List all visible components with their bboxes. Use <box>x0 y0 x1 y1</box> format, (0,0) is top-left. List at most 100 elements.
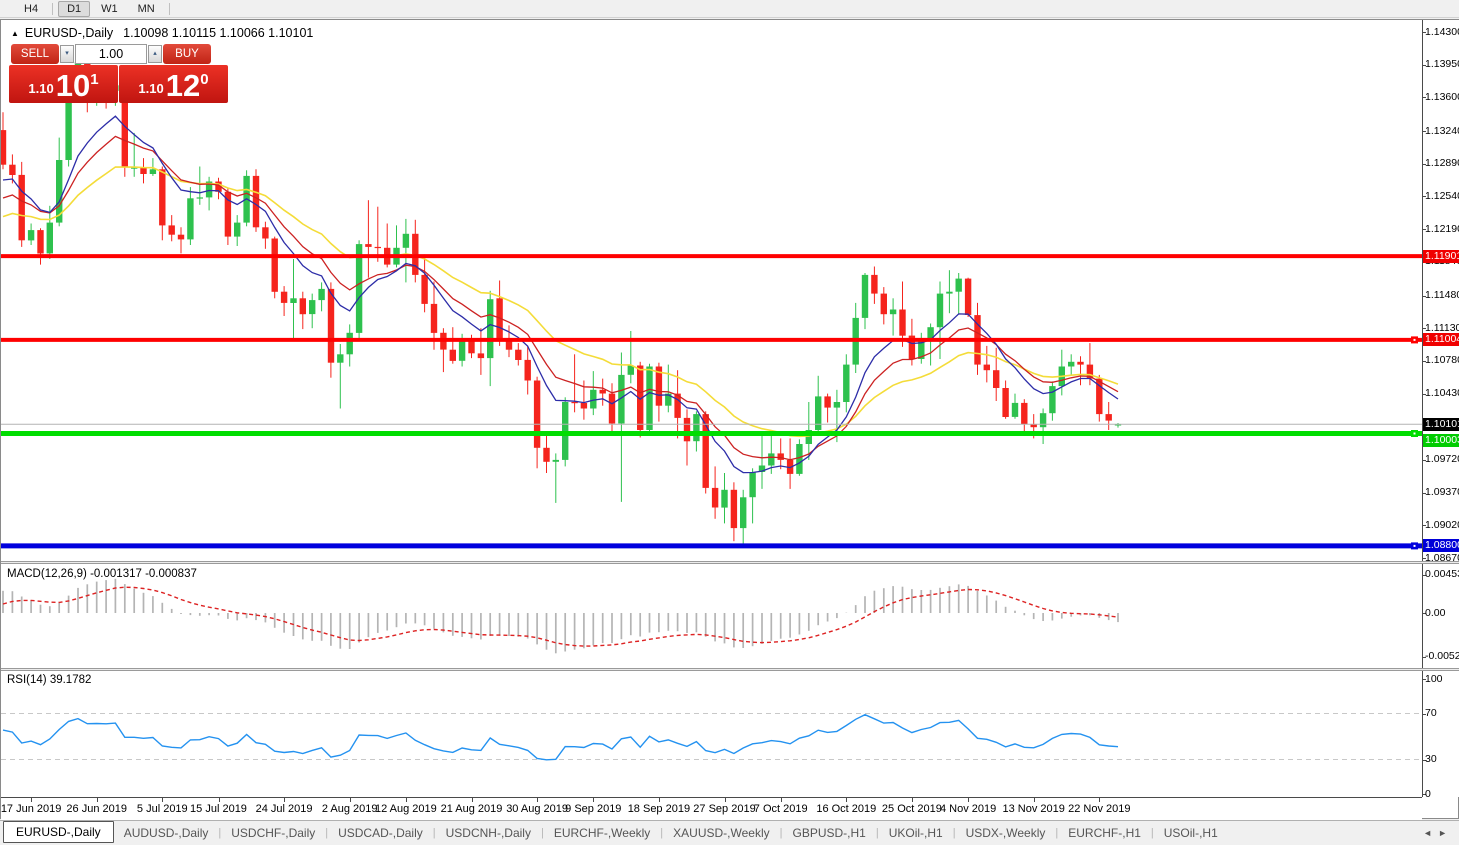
resistance-2-price-label: 1.11004 <box>1423 333 1459 347</box>
tab-usoil-h1[interactable]: USOil-,H1 <box>1154 823 1228 843</box>
time-axis-tickmark <box>218 798 220 802</box>
price-axis-tick-label: 1.11480 <box>1425 289 1459 301</box>
time-axis-date-label: 12 Aug 2019 <box>374 803 437 815</box>
price-axis-tick-label: 1.13950 <box>1425 58 1459 71</box>
time-axis-tickmark <box>846 798 848 802</box>
price-chart-canvas <box>1 48 1422 761</box>
trading-terminal: H4 D1 W1 MN ▲ EURUSD-,Daily 1.10098 1.10115 1… <box>0 0 1459 845</box>
time-axis-date-label: 9 Sep 2019 <box>565 803 622 815</box>
time-axis-tickmark <box>284 798 286 802</box>
timeframe-button-mn[interactable]: MN <box>129 1 164 17</box>
time-axis-tickmark <box>1033 798 1035 802</box>
rsi-indicator-label: RSI(14) 39.1782 <box>7 674 92 686</box>
sell-price-pipette: 1 <box>90 71 99 88</box>
rsi-axis-tick-label: 0 <box>1425 787 1431 800</box>
price-axis-tick-label: 1.09720 <box>1425 453 1459 466</box>
price-axis-tick-label: 1.10430 <box>1425 387 1459 400</box>
buy-price-display[interactable]: 1.10 12 0 <box>119 65 228 103</box>
price-axis-tick-label: 1.12190 <box>1425 222 1459 235</box>
tab-scroll-right-icon[interactable]: ► <box>1438 828 1453 838</box>
volume-input[interactable]: 1.00 <box>75 44 147 64</box>
tab-eurusd-daily[interactable]: EURUSD-,Daily <box>3 821 114 843</box>
time-axis-tickmark <box>537 798 539 802</box>
chart-title: ▲ EURUSD-,Daily 1.10098 1.10115 1.10066 1.… <box>11 26 313 40</box>
time-axis-tickmark <box>349 798 351 802</box>
time-axis-date-label: 24 Jul 2019 <box>255 803 313 815</box>
collapse-panel-icon[interactable]: ▲ <box>11 29 19 38</box>
time-axis-tickmark <box>162 798 164 802</box>
time-axis-tickmark <box>724 798 726 802</box>
time-axis-tickmark <box>780 798 782 802</box>
price-axis-tick-label: 1.13600 <box>1425 90 1459 103</box>
tab-audusd-daily[interactable]: AUDUSD-,Daily <box>114 823 219 843</box>
macd-axis-tick-label: 0.004536 <box>1425 568 1459 581</box>
price-axis-tick-label: 1.12890 <box>1425 157 1459 170</box>
time-axis-tickmark <box>593 798 595 802</box>
pane-splitter-rsi[interactable] <box>1 668 1459 671</box>
tab-eurchf-h1[interactable]: EURCHF-,H1 <box>1058 823 1151 843</box>
price-axis-tick-label: 1.09020 <box>1425 518 1459 531</box>
tab-ukoil-h1[interactable]: UKOil-,H1 <box>879 823 953 843</box>
resistance-1-price-label: 1.11901 <box>1423 249 1459 263</box>
time-axis-tickmark <box>405 798 407 802</box>
time-axis-tickmark <box>31 798 33 802</box>
time-axis-date-label: 18 Sep 2019 <box>627 803 691 815</box>
pane-splitter-macd[interactable] <box>1 561 1459 564</box>
volume-decrease-button[interactable]: ▾ <box>60 45 74 63</box>
buy-button[interactable]: BUY <box>163 44 211 64</box>
time-axis-date-label: 22 Nov 2019 <box>1068 803 1131 815</box>
timeframe-button-h4[interactable]: H4 <box>15 1 47 17</box>
timeframe-toolbar: H4 D1 W1 MN <box>0 0 1459 18</box>
sell-price-big-digits: 10 <box>55 68 91 103</box>
sell-button[interactable]: SELL <box>11 44 59 64</box>
lower-support-price-label: 1.08800 <box>1423 539 1459 553</box>
time-axis-date-label: 21 Aug 2019 <box>440 803 503 815</box>
tab-scroll-left-icon[interactable]: ◄ <box>1423 828 1438 838</box>
timeframe-button-w1[interactable]: W1 <box>92 1 127 17</box>
time-axis-tickmark <box>1099 798 1101 802</box>
current-price-label: 1.10101 <box>1423 417 1459 431</box>
volume-increase-button[interactable]: ▴ <box>148 45 162 63</box>
tab-eurchf-weekly[interactable]: EURCHF-,Weekly <box>544 823 660 843</box>
support-price-label: 1.10003 <box>1423 434 1459 447</box>
tab-usdchf-daily[interactable]: USDCHF-,Daily <box>221 823 325 843</box>
tab-gbpusd-h1[interactable]: GBPUSD-,H1 <box>782 823 875 843</box>
macd-indicator-label: MACD(12,26,9) -0.001317 -0.000837 <box>7 568 197 580</box>
price-axis-tick-label: 1.13240 <box>1425 124 1459 137</box>
macd-axis-tick-label: 0.00 <box>1425 606 1446 619</box>
tab-xauusd-weekly[interactable]: XAUUSD-,Weekly <box>663 823 779 843</box>
time-axis-date-label: 26 Jun 2019 <box>66 803 127 815</box>
time-axis-tickmark <box>968 798 970 802</box>
rsi-axis-tick-label: 100 <box>1425 672 1443 685</box>
time-axis[interactable]: 17 Jun 2019 26 Jun 2019 5 Jul 2019 15 Jul 2… <box>1 797 1422 820</box>
rsi-axis-tick-label: 70 <box>1425 707 1437 719</box>
time-axis-date-label: 13 Nov 2019 <box>1002 803 1065 815</box>
toolbar-divider <box>168 2 170 15</box>
chart-tab-bar: EURUSD-,Daily AUDUSD-,Daily | USDCHF-,Daily… <box>0 820 1459 845</box>
buy-price-pipette: 0 <box>200 71 209 88</box>
rsi-axis-tick-label: 30 <box>1425 753 1437 765</box>
sell-price-prefix: 1.10 <box>28 81 54 96</box>
time-axis-date-label: 4 Nov 2019 <box>939 803 997 815</box>
chart-ohlc-values: 1.10098 1.10115 1.10066 1.10101 <box>123 26 314 40</box>
time-axis-tickmark <box>911 798 913 802</box>
price-axis-tick-label: 1.10780 <box>1425 354 1459 367</box>
time-axis-tickmark <box>471 798 473 802</box>
one-click-trading-panel: SELL ▾ 1.00 ▴ BUY 1.10 10 1 1.10 12 0 <box>9 44 229 103</box>
time-axis-tickmark <box>96 798 98 802</box>
price-axis-tick-label: 1.09370 <box>1425 486 1459 499</box>
sell-price-display[interactable]: 1.10 10 1 <box>9 65 118 103</box>
timeframe-button-d1[interactable]: D1 <box>58 0 91 17</box>
macd-axis-tick-label: -0.005204 <box>1425 650 1459 663</box>
chart-window[interactable]: ▲ EURUSD-,Daily 1.10098 1.10115 1.10066 1.… <box>0 19 1459 820</box>
tab-usdx-weekly[interactable]: USDX-,Weekly <box>956 823 1056 843</box>
price-axis[interactable]: 1.14300 1.13950 1.13600 1.13240 1.12890 1.125… <box>1422 20 1459 800</box>
time-axis-tickmark <box>658 798 660 802</box>
time-axis-date-label: 7 Oct 2019 <box>753 803 808 815</box>
price-axis-tick-label: 1.14300 <box>1425 25 1459 38</box>
price-axis-tick-label: 1.12540 <box>1425 189 1459 202</box>
tab-usdcnh-daily[interactable]: USDCNH-,Daily <box>436 823 541 843</box>
tab-usdcad-daily[interactable]: USDCAD-,Daily <box>328 823 433 843</box>
chart-symbol-label: EURUSD-,Daily <box>24 26 114 40</box>
buy-price-big-digits: 12 <box>165 68 201 103</box>
